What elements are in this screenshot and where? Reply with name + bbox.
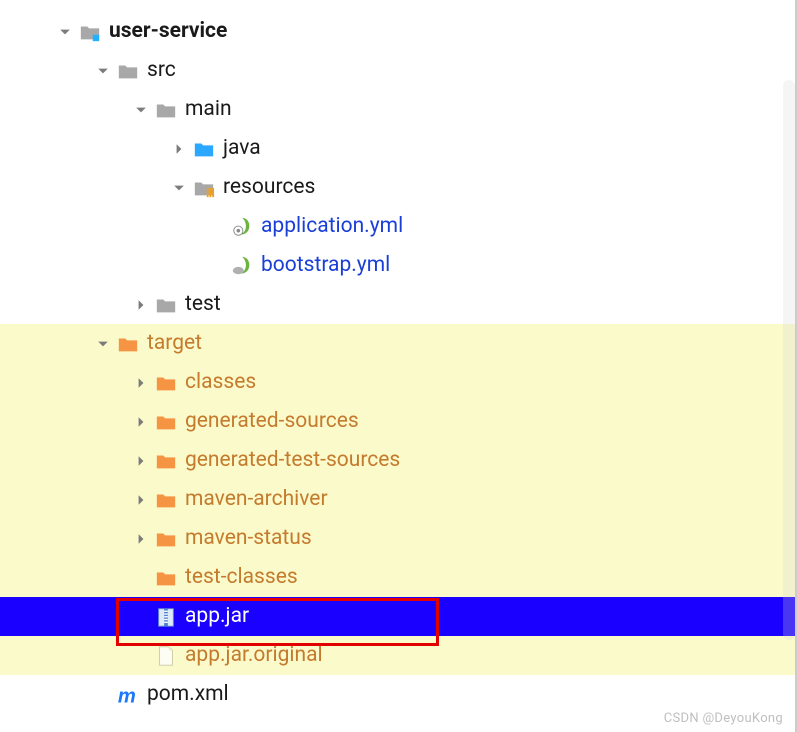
excluded-folder-icon [154,449,178,473]
tree-label: bootstrap.yml [261,255,390,276]
tree-node-test[interactable]: test [0,285,795,324]
tree-node-app-jar[interactable]: app.jar [0,597,795,636]
source-folder-icon [192,137,216,161]
chevron-down-icon[interactable] [132,101,150,119]
tree-label: resources [223,177,315,198]
tree-node-user-service[interactable]: user-service [0,12,795,51]
svg-text:m: m [118,685,136,706]
folder-icon [154,293,178,317]
tree-label: app.jar.original [185,645,323,666]
tree-label: maven-archiver [185,489,328,510]
spring-cloud-config-icon [230,254,254,278]
archive-icon [154,605,178,629]
excluded-folder-icon [154,566,178,590]
project-tree: user-service src main java [0,0,795,714]
chevron-right-icon[interactable] [132,296,150,314]
chevron-right-icon[interactable] [132,413,150,431]
chevron-right-icon[interactable] [132,374,150,392]
chevron-down-icon[interactable] [56,23,74,41]
chevron-right-icon[interactable] [132,452,150,470]
tree-label: generated-test-sources [185,450,400,471]
excluded-folder-icon [154,488,178,512]
tree-label: test-classes [185,567,298,588]
tree-node-bootstrap-yml[interactable]: bootstrap.yml [0,246,795,285]
chevron-right-icon[interactable] [132,491,150,509]
tree-node-generated-test-sources[interactable]: generated-test-sources [0,441,795,480]
chevron-right-icon[interactable] [170,140,188,158]
tree-label: pom.xml [147,684,229,705]
tree-node-resources[interactable]: resources [0,168,795,207]
tree-node-classes[interactable]: classes [0,363,795,402]
chevron-right-icon[interactable] [132,530,150,548]
maven-icon: m [116,683,140,707]
tree-node-main[interactable]: main [0,90,795,129]
folder-icon [116,59,140,83]
spring-config-icon [230,215,254,239]
tree-node-maven-status[interactable]: maven-status [0,519,795,558]
folder-icon [154,98,178,122]
tree-node-pom-xml[interactable]: m pom.xml [0,675,795,714]
tree-node-generated-sources[interactable]: generated-sources [0,402,795,441]
chevron-down-icon[interactable] [94,62,112,80]
scrollbar[interactable] [783,80,795,640]
tree-label: maven-status [185,528,312,549]
tree-node-target[interactable]: target [0,324,795,363]
file-icon [154,644,178,668]
tree-label: target [147,333,202,354]
excluded-folder-icon [154,410,178,434]
excluded-folder-icon [154,371,178,395]
resources-folder-icon [192,176,216,200]
tree-label: user-service [109,21,227,42]
tree-node-app-jar-original[interactable]: app.jar.original [0,636,795,675]
chevron-down-icon[interactable] [170,179,188,197]
tree-label: main [185,99,232,120]
excluded-folder-icon [116,332,140,356]
tree-node-test-classes[interactable]: test-classes [0,558,795,597]
tree-node-src[interactable]: src [0,51,795,90]
tree-label: src [147,60,176,81]
excluded-folder-icon [154,527,178,551]
module-folder-icon [78,20,102,44]
tree-node-application-yml[interactable]: application.yml [0,207,795,246]
tree-label: java [223,138,261,159]
tree-label: application.yml [261,216,403,237]
tree-label: test [185,294,221,315]
tree-label: app.jar [185,606,249,627]
tree-label: classes [185,372,256,393]
watermark: CSDN @DeyouKong [664,711,783,726]
chevron-down-icon[interactable] [94,335,112,353]
tree-node-maven-archiver[interactable]: maven-archiver [0,480,795,519]
tree-label: generated-sources [185,411,359,432]
tree-node-java[interactable]: java [0,129,795,168]
